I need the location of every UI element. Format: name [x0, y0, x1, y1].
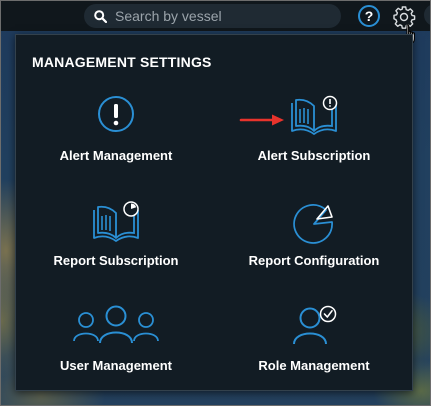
report-configuration-label: Report Configuration [248, 253, 380, 268]
search-input[interactable] [113, 7, 327, 25]
book-chart-icon [93, 201, 139, 242]
help-button[interactable]: ? [358, 5, 380, 27]
user-management-label: User Management [60, 358, 172, 373]
alert-subscription-item[interactable]: Alert Subscription [219, 95, 409, 185]
book-alert-icon [291, 95, 338, 135]
pie-chart-icon [293, 204, 333, 244]
screenshot-frame: ? MANAGEMENT SETTINGS Alert Management [0, 0, 431, 406]
search-icon [94, 9, 107, 23]
alert-management-item[interactable]: Alert Management [21, 95, 211, 185]
annotation-arrow-icon [239, 114, 284, 126]
alert-management-label: Alert Management [59, 148, 173, 163]
management-settings-panel: MANAGEMENT SETTINGS Alert Management Ale… [15, 34, 413, 391]
report-configuration-item[interactable]: Report Configuration [219, 200, 409, 290]
alert-subscription-label: Alert Subscription [257, 148, 371, 163]
role-management-item[interactable]: Role Management [219, 305, 409, 395]
user-check-icon [293, 305, 337, 345]
users-group-icon [73, 305, 159, 344]
alert-icon [98, 96, 134, 132]
search-bar[interactable] [84, 4, 341, 28]
report-subscription-item[interactable]: Report Subscription [21, 200, 211, 290]
toolbar-extra-button[interactable] [424, 4, 430, 26]
panel-title: MANAGEMENT SETTINGS [32, 54, 212, 70]
help-label: ? [364, 8, 374, 24]
report-subscription-label: Report Subscription [53, 253, 179, 268]
user-management-item[interactable]: User Management [21, 305, 211, 395]
role-management-label: Role Management [258, 358, 370, 373]
top-toolbar: ? [1, 1, 430, 31]
